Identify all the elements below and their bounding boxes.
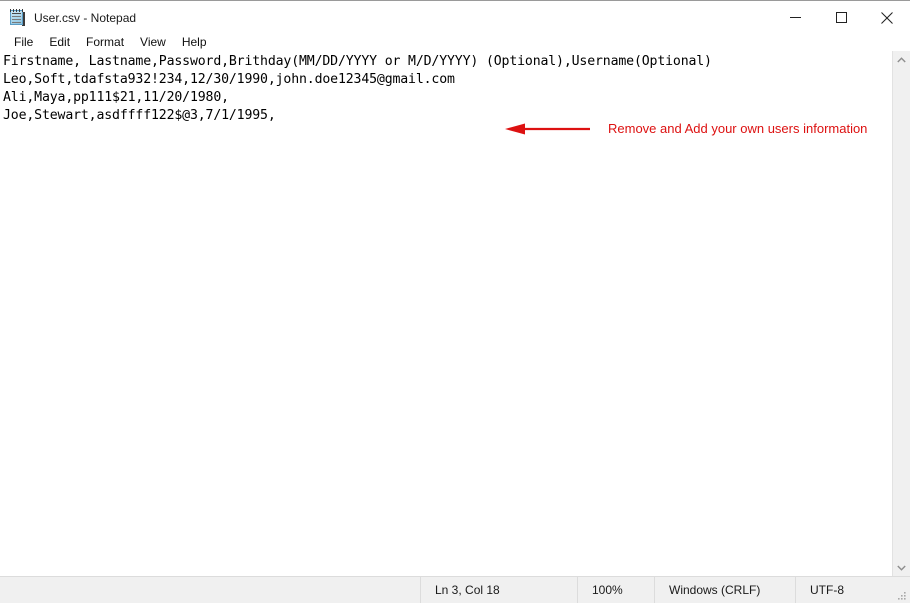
status-cursor-position: Ln 3, Col 18 (420, 577, 577, 603)
scroll-up-button[interactable] (893, 51, 910, 68)
chevron-down-icon (897, 565, 906, 571)
scroll-down-button[interactable] (893, 559, 910, 576)
title-bar-left: User.csv - Notepad (0, 1, 136, 34)
menu-bar: File Edit Format View Help (0, 34, 910, 51)
menu-item-help[interactable]: Help (174, 34, 215, 51)
menu-item-view[interactable]: View (132, 34, 174, 51)
status-zoom-level[interactable]: 100% (577, 577, 654, 603)
notepad-icon (9, 9, 26, 26)
minimize-icon (789, 17, 801, 18)
window-title: User.csv - Notepad (34, 10, 137, 25)
close-icon (881, 11, 893, 24)
editor-area: Firstname, Lastname,Password,Brithday(MM… (0, 51, 910, 576)
menu-item-edit[interactable]: Edit (41, 34, 78, 51)
close-button[interactable] (864, 1, 910, 34)
window-controls (772, 1, 910, 34)
resize-grip-icon[interactable] (897, 590, 907, 600)
notepad-window: User.csv - Notepad File Edit Format View… (0, 0, 910, 603)
editor-line: Firstname, Lastname,Password,Brithday(MM… (3, 54, 712, 69)
status-bar: Ln 3, Col 18 100% Windows (CRLF) UTF-8 (0, 576, 910, 603)
title-bar: User.csv - Notepad (0, 1, 910, 34)
editor-line: Leo,Soft,tdafsta932!234,12/30/1990,john.… (3, 72, 455, 87)
menu-item-file[interactable]: File (6, 34, 41, 51)
menu-item-format[interactable]: Format (78, 34, 132, 51)
scroll-track[interactable] (893, 68, 910, 559)
status-bar-spacer (0, 577, 420, 603)
maximize-icon (835, 12, 847, 23)
chevron-up-icon (897, 56, 906, 62)
maximize-button[interactable] (818, 1, 864, 34)
editor-line: Ali,Maya,pp111$21,11/20/1980, (3, 90, 229, 105)
editor-line: Joe,Stewart,asdffff122$@3,7/1/1995, (3, 108, 276, 123)
text-editor[interactable]: Firstname, Lastname,Password,Brithday(MM… (0, 51, 892, 576)
vertical-scrollbar[interactable] (892, 51, 910, 576)
minimize-button[interactable] (772, 1, 818, 34)
status-line-ending[interactable]: Windows (CRLF) (654, 577, 795, 603)
status-encoding[interactable]: UTF-8 (795, 577, 910, 603)
